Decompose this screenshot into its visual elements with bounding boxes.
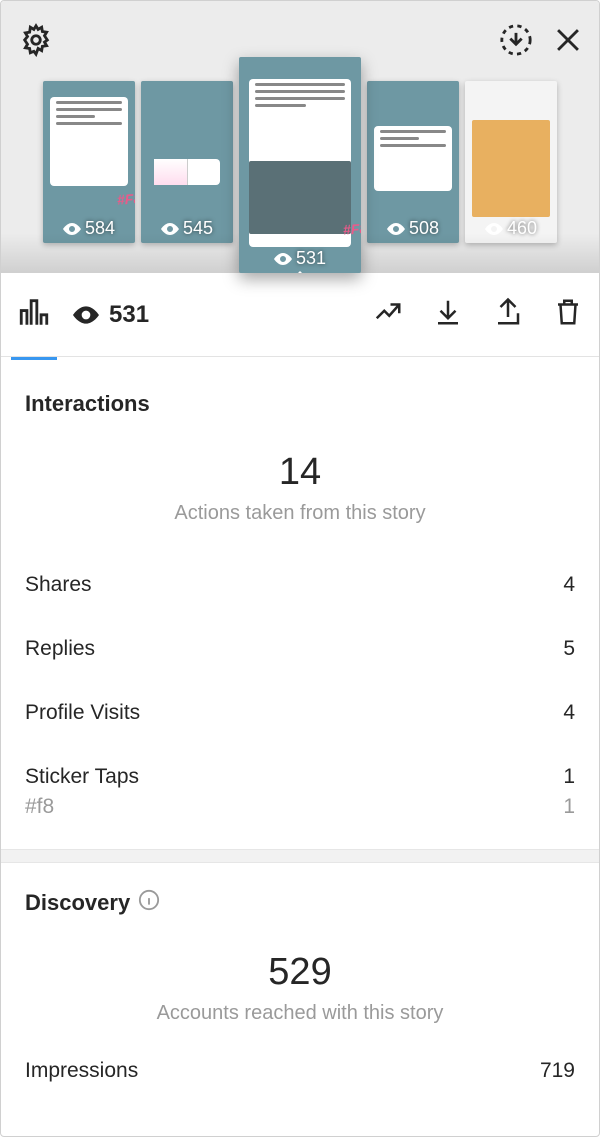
- promote-icon[interactable]: [373, 297, 403, 332]
- thumbnail-views: 531: [239, 248, 361, 269]
- section-title: Interactions: [25, 391, 575, 417]
- story-thumbnail[interactable]: 460: [465, 81, 557, 243]
- metric-row-shares: Shares 4: [25, 553, 575, 617]
- story-thumbnail-selected[interactable]: #F8 531: [239, 57, 361, 273]
- metric-value: 719: [540, 1059, 575, 1083]
- viewer-count: 531: [109, 301, 149, 329]
- section-title: Discovery: [25, 889, 575, 917]
- section-divider: [1, 849, 599, 863]
- metric-value: 1: [563, 795, 575, 819]
- discovery-section: Discovery 529 Accounts reached with this…: [1, 863, 599, 1097]
- metric-row-sticker-breakdown: #f8 1: [25, 795, 575, 839]
- insights-action-bar: 531: [1, 273, 599, 357]
- metric-label: Shares: [25, 573, 92, 597]
- metric-label: Impressions: [25, 1059, 138, 1083]
- interactions-section: Interactions 14 Actions taken from this …: [1, 357, 599, 849]
- metric-label: #f8: [25, 795, 54, 819]
- poll-sticker: [154, 159, 220, 185]
- hashtag-sticker: #F8: [342, 220, 361, 237]
- metric-row-impressions: Impressions 719: [25, 1039, 575, 1087]
- viewers-tab[interactable]: 531: [73, 301, 149, 329]
- metric-value: 5: [563, 637, 575, 661]
- hashtag-sticker: #F8: [116, 190, 135, 207]
- discovery-total: 529: [25, 951, 575, 994]
- delete-icon[interactable]: [553, 297, 583, 332]
- story-thumbnail[interactable]: #F8 584: [43, 81, 135, 243]
- metric-value: 1: [563, 765, 575, 789]
- metric-label: Replies: [25, 637, 95, 661]
- story-insights-screen: #F8 584 545 #F8 531: [0, 0, 600, 1137]
- metric-value: 4: [563, 573, 575, 597]
- story-thumbnail[interactable]: 545: [141, 81, 233, 243]
- insights-tab-icon[interactable]: [17, 295, 51, 334]
- metric-row-replies: Replies 5: [25, 617, 575, 681]
- story-carousel-area: #F8 584 545 #F8 531: [1, 1, 599, 273]
- metric-row-profile-visits: Profile Visits 4: [25, 681, 575, 745]
- share-icon[interactable]: [493, 297, 523, 332]
- metric-label: Profile Visits: [25, 701, 140, 725]
- interactions-subtext: Actions taken from this story: [25, 502, 575, 525]
- metric-label: Sticker Taps: [25, 765, 139, 789]
- interactions-total: 14: [25, 451, 575, 494]
- discovery-subtext: Accounts reached with this story: [25, 1002, 575, 1025]
- story-thumbnail[interactable]: 508: [367, 81, 459, 243]
- info-icon[interactable]: [138, 889, 160, 917]
- metric-value: 4: [563, 701, 575, 725]
- download-icon[interactable]: [433, 297, 463, 332]
